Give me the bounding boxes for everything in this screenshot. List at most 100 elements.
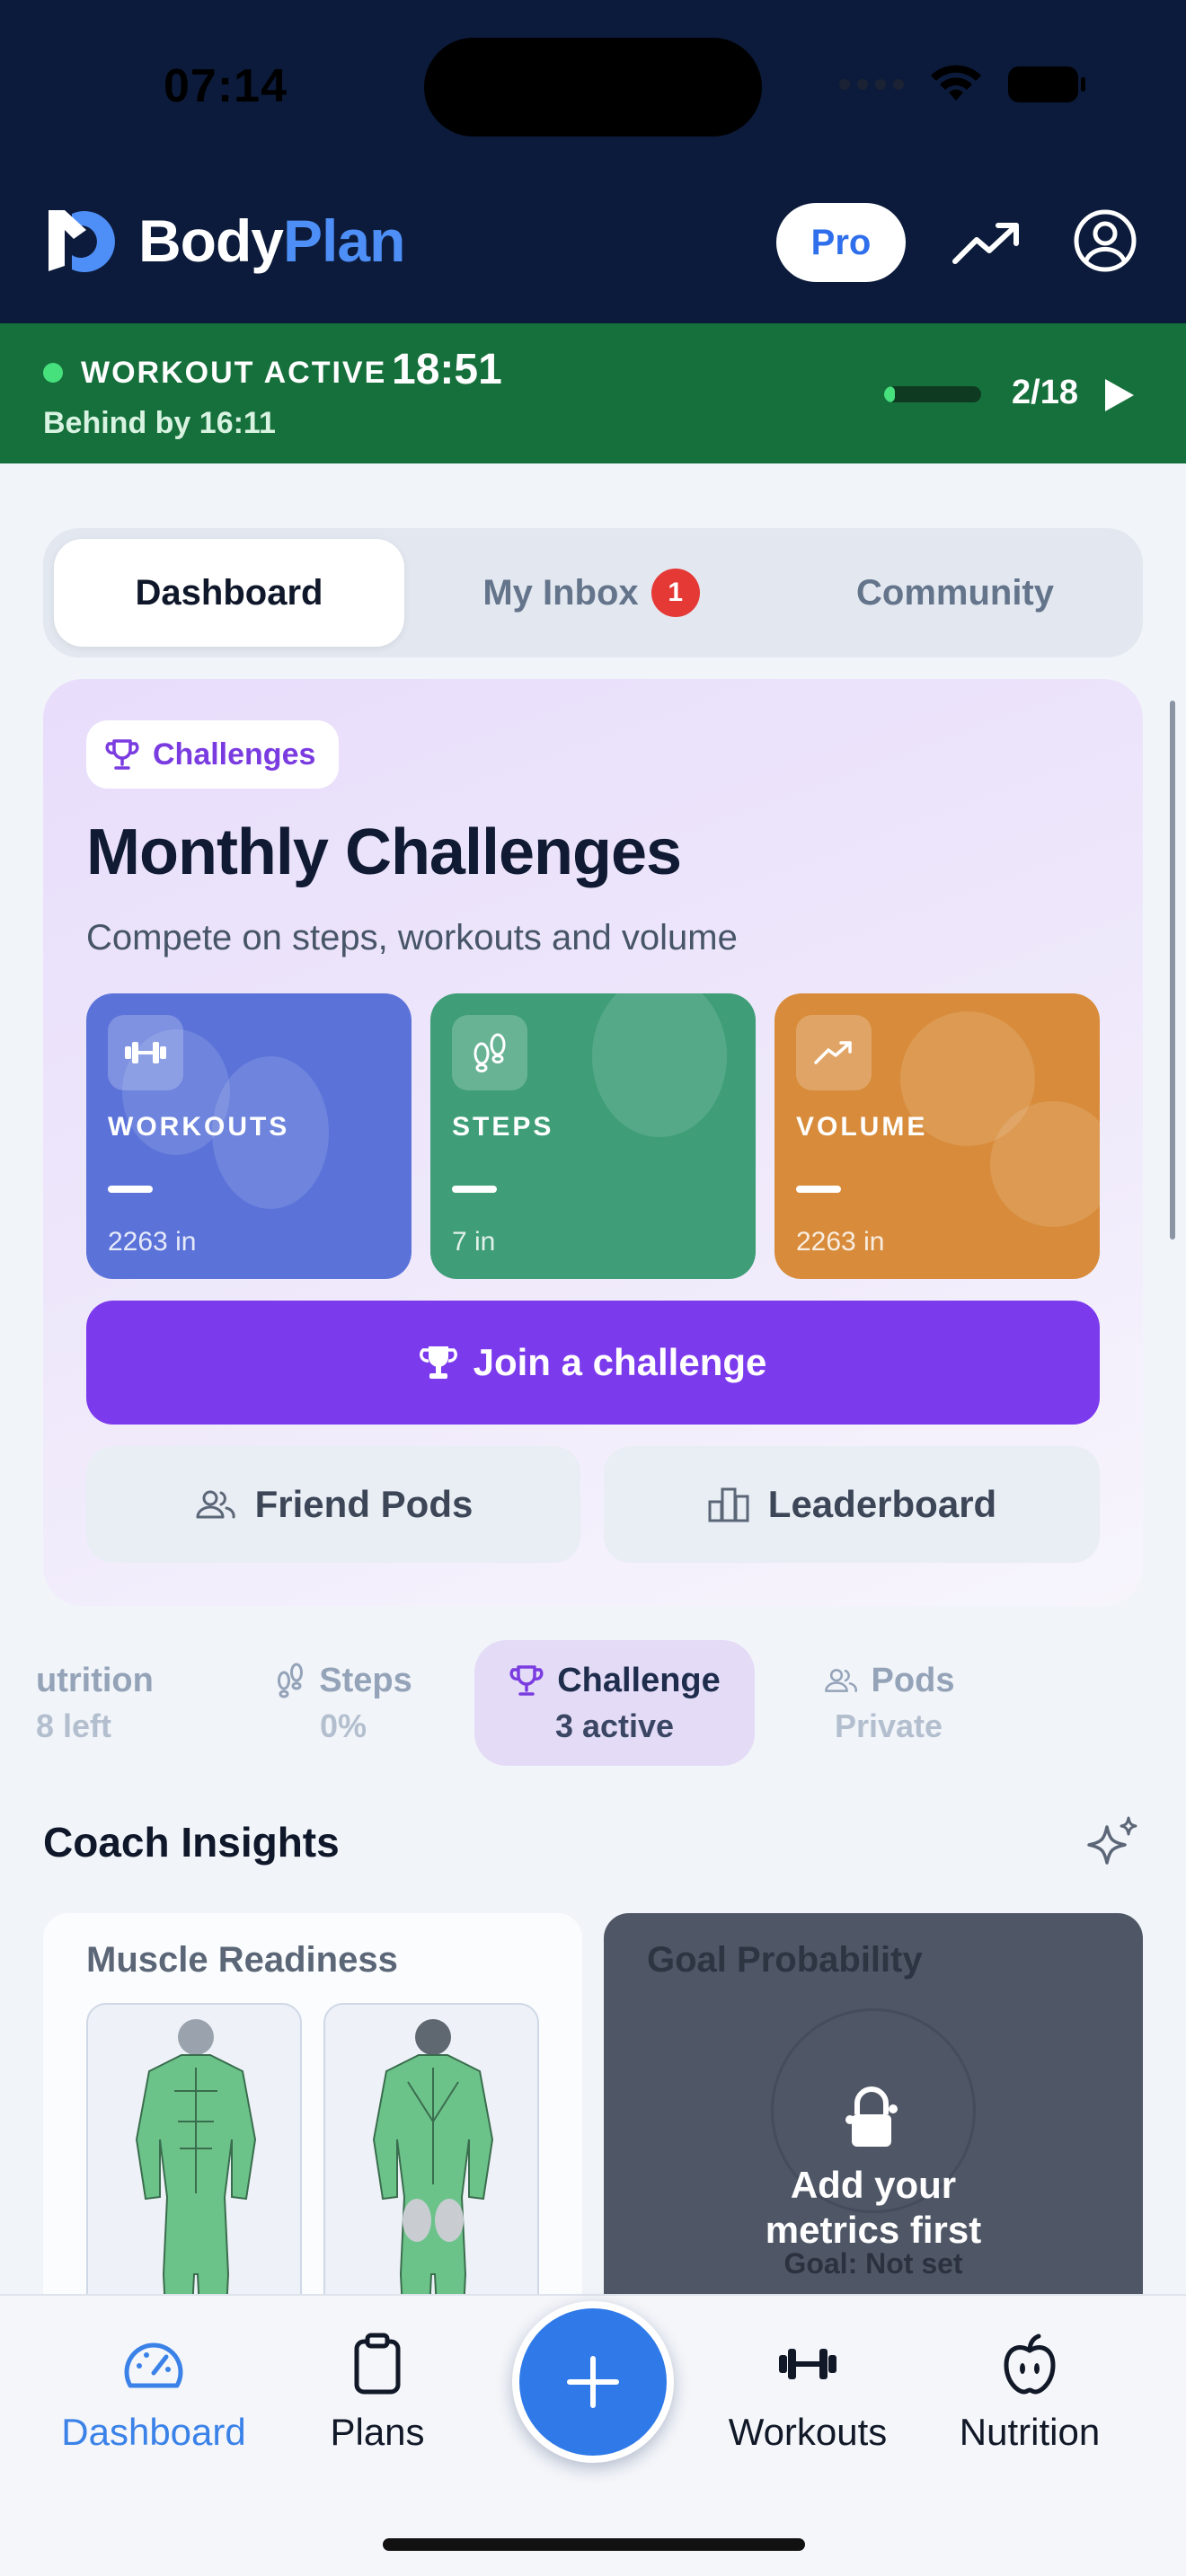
brand-logo[interactable]: BodyPlan: [41, 203, 405, 278]
nav-workouts[interactable]: Workouts: [710, 2328, 906, 2463]
clipboard-icon: [354, 2333, 401, 2395]
brand-name: BodyPlan: [138, 207, 405, 275]
play-icon[interactable]: [1098, 375, 1137, 415]
trophy-icon: [419, 1346, 457, 1379]
tile-name: WORKOUTS: [108, 1112, 290, 1142]
tab-my-inbox-label: My Inbox: [482, 572, 639, 613]
join-challenge-button[interactable]: Join a challenge: [86, 1301, 1100, 1425]
profile-button[interactable]: [1067, 203, 1143, 278]
tile-icon-box: [108, 1015, 183, 1090]
workout-behind-text: Behind by 16:11: [43, 406, 276, 440]
pro-button[interactable]: Pro: [776, 203, 906, 282]
tab-dashboard[interactable]: Dashboard: [54, 539, 404, 647]
battery-icon: [1008, 66, 1085, 102]
live-indicator-dot: [43, 363, 63, 383]
scrollbar[interactable]: [1170, 701, 1175, 1239]
stat-sub: 8 left: [36, 1707, 112, 1744]
brand-name-part1: Body: [138, 207, 284, 274]
dynamic-island: [424, 38, 762, 137]
sparkles-icon[interactable]: [1084, 1814, 1143, 1874]
brand-name-part2: Plan: [283, 207, 405, 274]
speedometer-icon: [124, 2342, 183, 2388]
tile-value-placeholder: [108, 1186, 153, 1193]
friend-pods-label: Friend Pods: [254, 1483, 474, 1525]
trend-up-icon: [952, 223, 1019, 264]
nav-nutrition-label: Nutrition: [959, 2411, 1101, 2453]
workout-exercise-count: 2/18: [1012, 374, 1078, 411]
apple-icon: [1004, 2333, 1056, 2395]
tile-unit: 2263 in: [796, 1227, 885, 1257]
stat-label: Steps: [319, 1661, 412, 1699]
wifi-icon: [931, 65, 981, 101]
challenges-subtitle: Compete on steps, workouts and volume: [86, 918, 738, 957]
leaderboard-icon: [708, 1487, 749, 1522]
stat-steps[interactable]: Steps 0%: [253, 1640, 433, 1766]
goal-probability-label: Goal Probability: [647, 1940, 923, 1980]
status-time: 07:14: [164, 60, 288, 112]
stat-sub: 0%: [319, 1707, 367, 1744]
challenge-tile-workouts[interactable]: WORKOUTS 2263 in: [86, 993, 412, 1279]
friend-pods-button[interactable]: Friend Pods: [86, 1446, 580, 1563]
tile-name: STEPS: [452, 1112, 554, 1142]
trend-up-icon: [814, 1041, 852, 1064]
stat-sub: Private: [834, 1707, 943, 1744]
dumbbell-icon: [779, 2349, 836, 2379]
stat-label: utrition: [36, 1661, 154, 1699]
progress-button[interactable]: [949, 207, 1024, 282]
nav-nutrition[interactable]: Nutrition: [940, 2328, 1120, 2463]
user-circle-icon: [1074, 209, 1137, 272]
leaderboard-button[interactable]: Leaderboard: [604, 1446, 1100, 1563]
stat-sub: 3 active: [554, 1707, 675, 1744]
bodyplan-logo-icon: [49, 210, 115, 272]
challenges-title: Monthly Challenges: [86, 816, 682, 888]
segmented-tabs: Dashboard My Inbox 1 Community: [43, 528, 1143, 657]
nav-plans[interactable]: Plans: [296, 2328, 458, 2463]
challenges-chip: Challenges: [86, 720, 340, 789]
stat-pods[interactable]: Pods Private: [805, 1640, 972, 1766]
status-icons: [839, 65, 1085, 104]
stats-scroller[interactable]: utrition 8 left Steps 0% Challenge 3 act…: [0, 1640, 1186, 1771]
footsteps-icon: [474, 1033, 506, 1072]
challenges-chip-label: Challenges: [153, 737, 316, 772]
goal-message-line1: Add your: [790, 2164, 957, 2206]
plus-icon: [567, 2356, 619, 2408]
goal-probability-message: Add your metrics first: [604, 2163, 1143, 2253]
tile-value-placeholder: [452, 1186, 497, 1193]
stat-nutrition[interactable]: utrition 8 left: [36, 1640, 189, 1766]
tile-icon-box: [452, 1015, 527, 1090]
goal-status-text: Goal: Not set: [783, 2247, 963, 2280]
tile-unit: 2263 in: [108, 1227, 197, 1257]
nav-plans-label: Plans: [330, 2411, 425, 2453]
challenge-tile-volume[interactable]: VOLUME 2263 in: [774, 993, 1100, 1279]
tile-value-placeholder: [796, 1186, 841, 1193]
add-button[interactable]: [512, 2301, 674, 2463]
tile-unit: 7 in: [452, 1227, 496, 1257]
workout-active-banner[interactable]: [0, 323, 1186, 463]
home-indicator[interactable]: [383, 2538, 805, 2551]
tab-my-inbox[interactable]: My Inbox 1: [412, 539, 771, 647]
tile-icon-box: [796, 1015, 872, 1090]
stat-label: Challenge: [557, 1661, 721, 1699]
tile-photo-shape: [592, 993, 727, 1137]
stat-label: Pods: [871, 1661, 955, 1699]
join-challenge-label: Join a challenge: [473, 1341, 767, 1383]
lock-icon: [845, 2086, 898, 2147]
leaderboard-label: Leaderboard: [767, 1483, 997, 1525]
tile-photo-shape: [990, 1101, 1100, 1227]
nav-dashboard[interactable]: Dashboard: [41, 2328, 266, 2463]
goal-message-line2: metrics first: [765, 2209, 982, 2251]
footsteps-icon: [278, 1663, 304, 1698]
tab-community[interactable]: Community: [778, 539, 1132, 647]
users-icon: [196, 1490, 235, 1519]
trophy-icon: [509, 1665, 544, 1696]
workout-elapsed-time: 18:51: [392, 346, 502, 393]
nav-workouts-label: Workouts: [728, 2411, 888, 2453]
workout-progress-fill: [884, 386, 895, 402]
challenge-tile-steps[interactable]: STEPS 7 in: [430, 993, 756, 1279]
challenge-tiles: WORKOUTS 2263 in STEPS 7 in VOLUME 2263 …: [86, 993, 1100, 1279]
workout-progress-bar: [884, 386, 981, 402]
inbox-unread-badge: 1: [651, 569, 700, 617]
stat-challenge[interactable]: Challenge 3 active: [474, 1640, 755, 1766]
tile-name: VOLUME: [796, 1112, 928, 1142]
workout-status-label: WORKOUT ACTIVE: [81, 356, 387, 390]
